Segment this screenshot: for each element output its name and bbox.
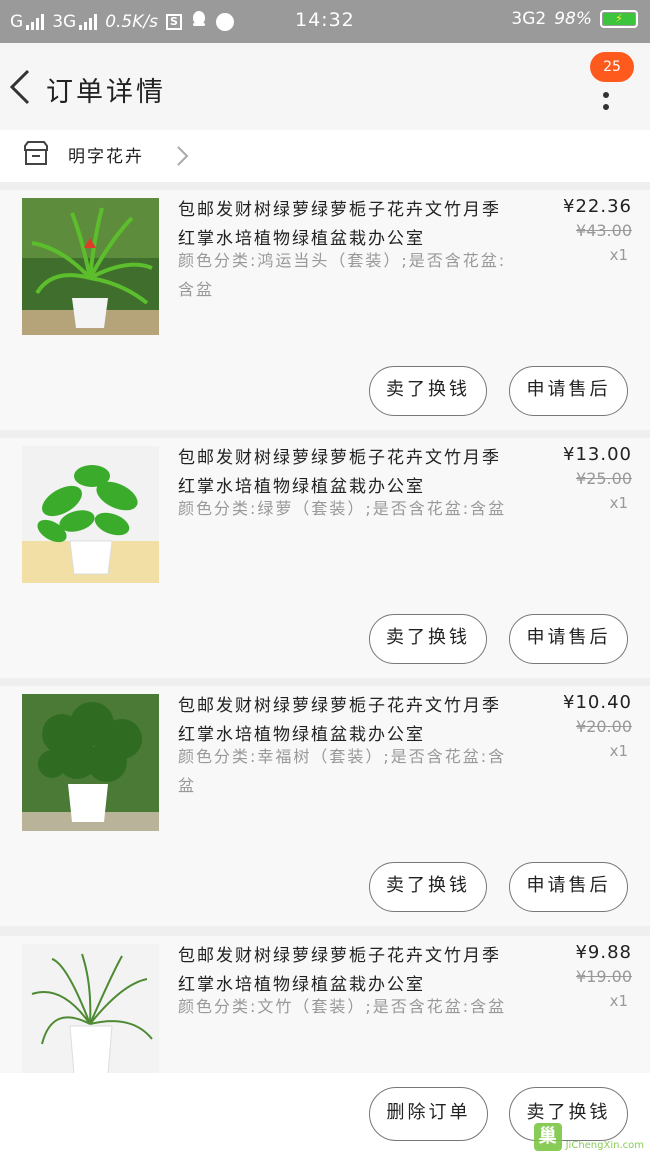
product-price: ¥22.36 [563,196,632,217]
product-price: ¥13.00 [563,444,632,465]
product-price: ¥10.40 [563,692,632,713]
product-image [22,446,159,583]
network-label: 3G2 [511,9,547,29]
product-image [22,944,159,1073]
more-menu-icon[interactable] [600,85,612,121]
battery-icon: ⚡ [600,10,638,28]
product-original-price: ¥20.00 [576,717,632,736]
signal-2: 3G [52,11,98,32]
product-image [22,198,159,335]
sell-button[interactable]: 卖了换钱 [369,614,487,664]
battery-percent: 98% [554,9,592,29]
watermark-text: JiChengXin.com [565,1140,644,1151]
product-spec: 颜色分类:文竹（套装）;是否含花盆:含盆 [178,997,507,1016]
store-icon [24,141,48,165]
product-spec: 颜色分类:幸福树（套装）;是否含花盆:含盆 [178,747,507,795]
qq-icon [190,10,208,33]
speed-text: 0.5K/s [105,11,158,32]
sell-button[interactable]: 卖了换钱 [369,862,487,912]
carrier-label: G [10,11,24,32]
product-spec: 颜色分类:绿萝（套装）;是否含花盆:含盆 [178,499,507,518]
message-count-badge: 25 [590,52,634,82]
product-item[interactable]: 包邮发财树绿萝绿萝栀子花卉文竹月季红掌水培植物绿植盆栽办公室 颜色分类:鸿运当头… [0,190,650,430]
order-action-bar: 删除订单 卖了换钱 巢 JiChengXin.com [0,1073,650,1155]
product-original-price: ¥19.00 [576,967,632,986]
s-app-icon: S [165,13,182,30]
signal-icon-2 [79,13,98,30]
watermark-logo: 巢 [533,1123,562,1151]
delete-order-button[interactable]: 删除订单 [369,1087,488,1141]
product-quantity: x1 [609,494,628,512]
signal-1: G [10,11,45,32]
signal-icon [26,13,45,30]
shop-name: 明字花卉 [68,147,144,167]
product-quantity: x1 [609,742,628,760]
watermark: 巢 JiChengXin.com [533,1123,644,1151]
browser-icon [215,12,234,31]
back-arrow-icon[interactable] [8,67,32,107]
product-original-price: ¥43.00 [576,221,632,240]
product-item[interactable]: 包邮发财树绿萝绿萝栀子花卉文竹月季红掌水培植物绿植盆栽办公室 颜色分类:幸福树（… [0,686,650,926]
after-sales-button[interactable]: 申请售后 [509,366,628,416]
product-quantity: x1 [609,246,628,264]
shop-row[interactable]: 明字花卉 [0,130,650,182]
chevron-right-icon [177,146,189,166]
product-price: ¥9.88 [575,942,632,963]
product-item[interactable]: 包邮发财树绿萝绿萝栀子花卉文竹月季红掌水培植物绿植盆栽办公室 颜色分类:文竹（套… [0,936,650,1073]
product-original-price: ¥25.00 [576,469,632,488]
product-quantity: x1 [609,992,628,1010]
after-sales-button[interactable]: 申请售后 [509,614,628,664]
app-header: 订单详情 25 [0,43,650,130]
after-sales-button[interactable]: 申请售后 [509,862,628,912]
product-spec: 颜色分类:鸿运当头（套装）;是否含花盆:含盆 [178,251,507,299]
status-bar: G 3G 0.5K/s S 14:32 3G2 98% ⚡ [0,0,650,43]
clock: 14:32 [295,9,355,31]
product-image [22,694,159,831]
carrier-label-2: 3G [52,11,77,32]
page-title: 订单详情 [46,77,166,108]
sell-button[interactable]: 卖了换钱 [369,366,487,416]
product-item[interactable]: 包邮发财树绿萝绿萝栀子花卉文竹月季红掌水培植物绿植盆栽办公室 颜色分类:绿萝（套… [0,438,650,678]
